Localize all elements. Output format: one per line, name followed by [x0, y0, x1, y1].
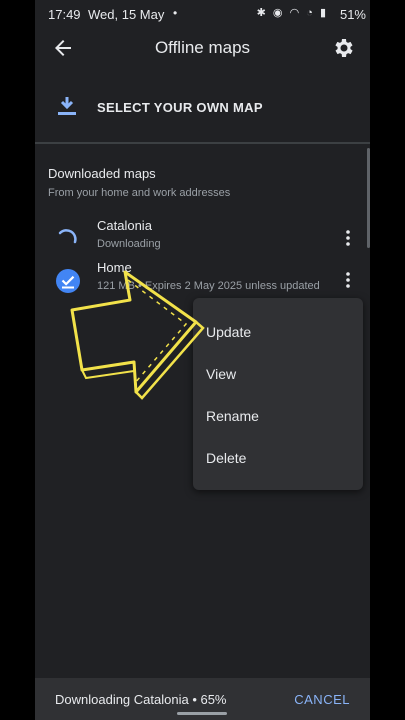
- settings-button[interactable]: [332, 36, 356, 60]
- more-vert-icon: [346, 272, 350, 288]
- page-title: Offline maps: [154, 38, 251, 57]
- check-circle-icon: [55, 268, 80, 293]
- map-item-home[interactable]: Home 121 MB • Expires 2 May 2025 unless …: [35, 258, 370, 302]
- download-icon: [55, 94, 79, 118]
- status-time: 17:49: [48, 7, 81, 22]
- gear-icon: [335, 39, 353, 57]
- map-status: Downloading: [97, 238, 161, 250]
- downloaded-maps-heading: Downloaded maps: [48, 166, 156, 181]
- download-status: Downloading Catalonia • 65%: [55, 692, 227, 707]
- menu-item-update[interactable]: Update: [206, 324, 251, 340]
- app-bar: Offline maps: [35, 28, 370, 68]
- menu-item-view[interactable]: View: [206, 366, 236, 382]
- map-item-catalonia[interactable]: Catalonia Downloading: [35, 216, 370, 260]
- loading-spinner-icon: [55, 226, 79, 250]
- menu-item-delete[interactable]: Delete: [206, 450, 246, 466]
- map-details: 121 MB • Expires 2 May 2025 unless updat…: [97, 280, 320, 292]
- context-menu: Update View Rename Delete: [193, 298, 363, 490]
- more-vert-icon: [346, 230, 350, 246]
- more-options-button[interactable]: [336, 226, 360, 250]
- offline-maps-screen: 17:49 Wed, 15 May • ✱ ◉ ◠ ◔ ▮ 51% Offlin…: [35, 0, 370, 720]
- section-divider: [35, 142, 370, 144]
- status-date: Wed, 15 May: [88, 7, 165, 22]
- notification-dot: •: [173, 6, 178, 20]
- downloaded-maps-subtitle: From your home and work addresses: [48, 187, 231, 199]
- status-bar: 17:49 Wed, 15 May • ✱ ◉ ◠ ◔ ▮ 51%: [35, 0, 370, 28]
- map-name: Catalonia: [97, 218, 152, 233]
- menu-item-rename[interactable]: Rename: [206, 408, 259, 424]
- select-own-map-label: SELECT YOUR OWN MAP: [97, 100, 263, 115]
- home-indicator[interactable]: [177, 712, 227, 715]
- select-own-map-button[interactable]: SELECT YOUR OWN MAP: [35, 80, 370, 136]
- battery-level: 51%: [339, 7, 366, 22]
- more-options-button[interactable]: [336, 268, 360, 292]
- map-name: Home: [97, 260, 132, 275]
- cancel-download-button[interactable]: CANCEL: [294, 692, 350, 707]
- status-icons: ✱ ◉ ◠ ◔ ▮: [256, 7, 328, 19]
